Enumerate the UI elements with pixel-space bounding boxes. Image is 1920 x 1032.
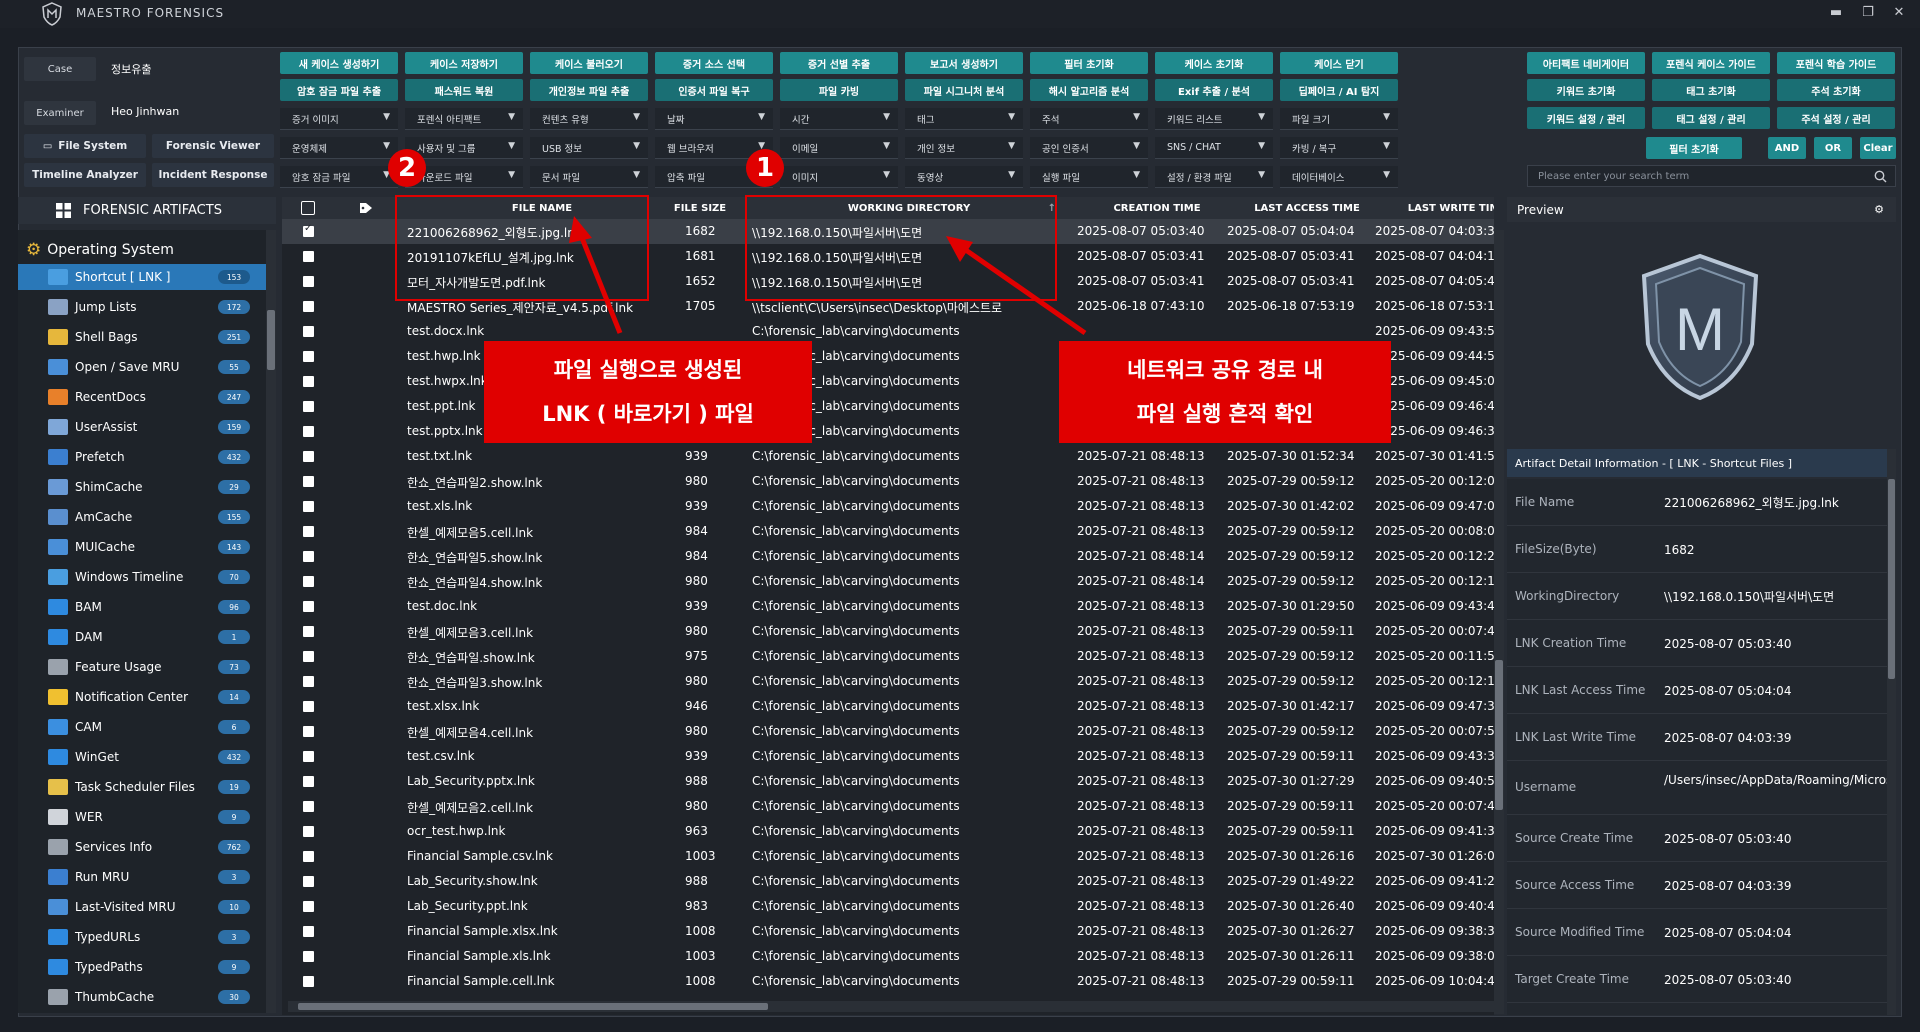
callout-network-share: 네트워크 공유 경로 내 파일 실행 흔적 확인 <box>1059 341 1391 443</box>
callout-lnk-line2: LNK ( 바로가기 ) 파일 <box>542 402 754 426</box>
callout-network-line2: 파일 실행 흔적 확인 <box>1136 402 1314 426</box>
callout-network-line1: 네트워크 공유 경로 내 <box>1127 358 1323 382</box>
callout-lnk-files: 파일 실행으로 생성된 LNK ( 바로가기 ) 파일 <box>484 341 812 443</box>
annotation-arrows <box>569 216 1087 336</box>
callout-lnk-line1: 파일 실행으로 생성된 <box>553 358 743 382</box>
